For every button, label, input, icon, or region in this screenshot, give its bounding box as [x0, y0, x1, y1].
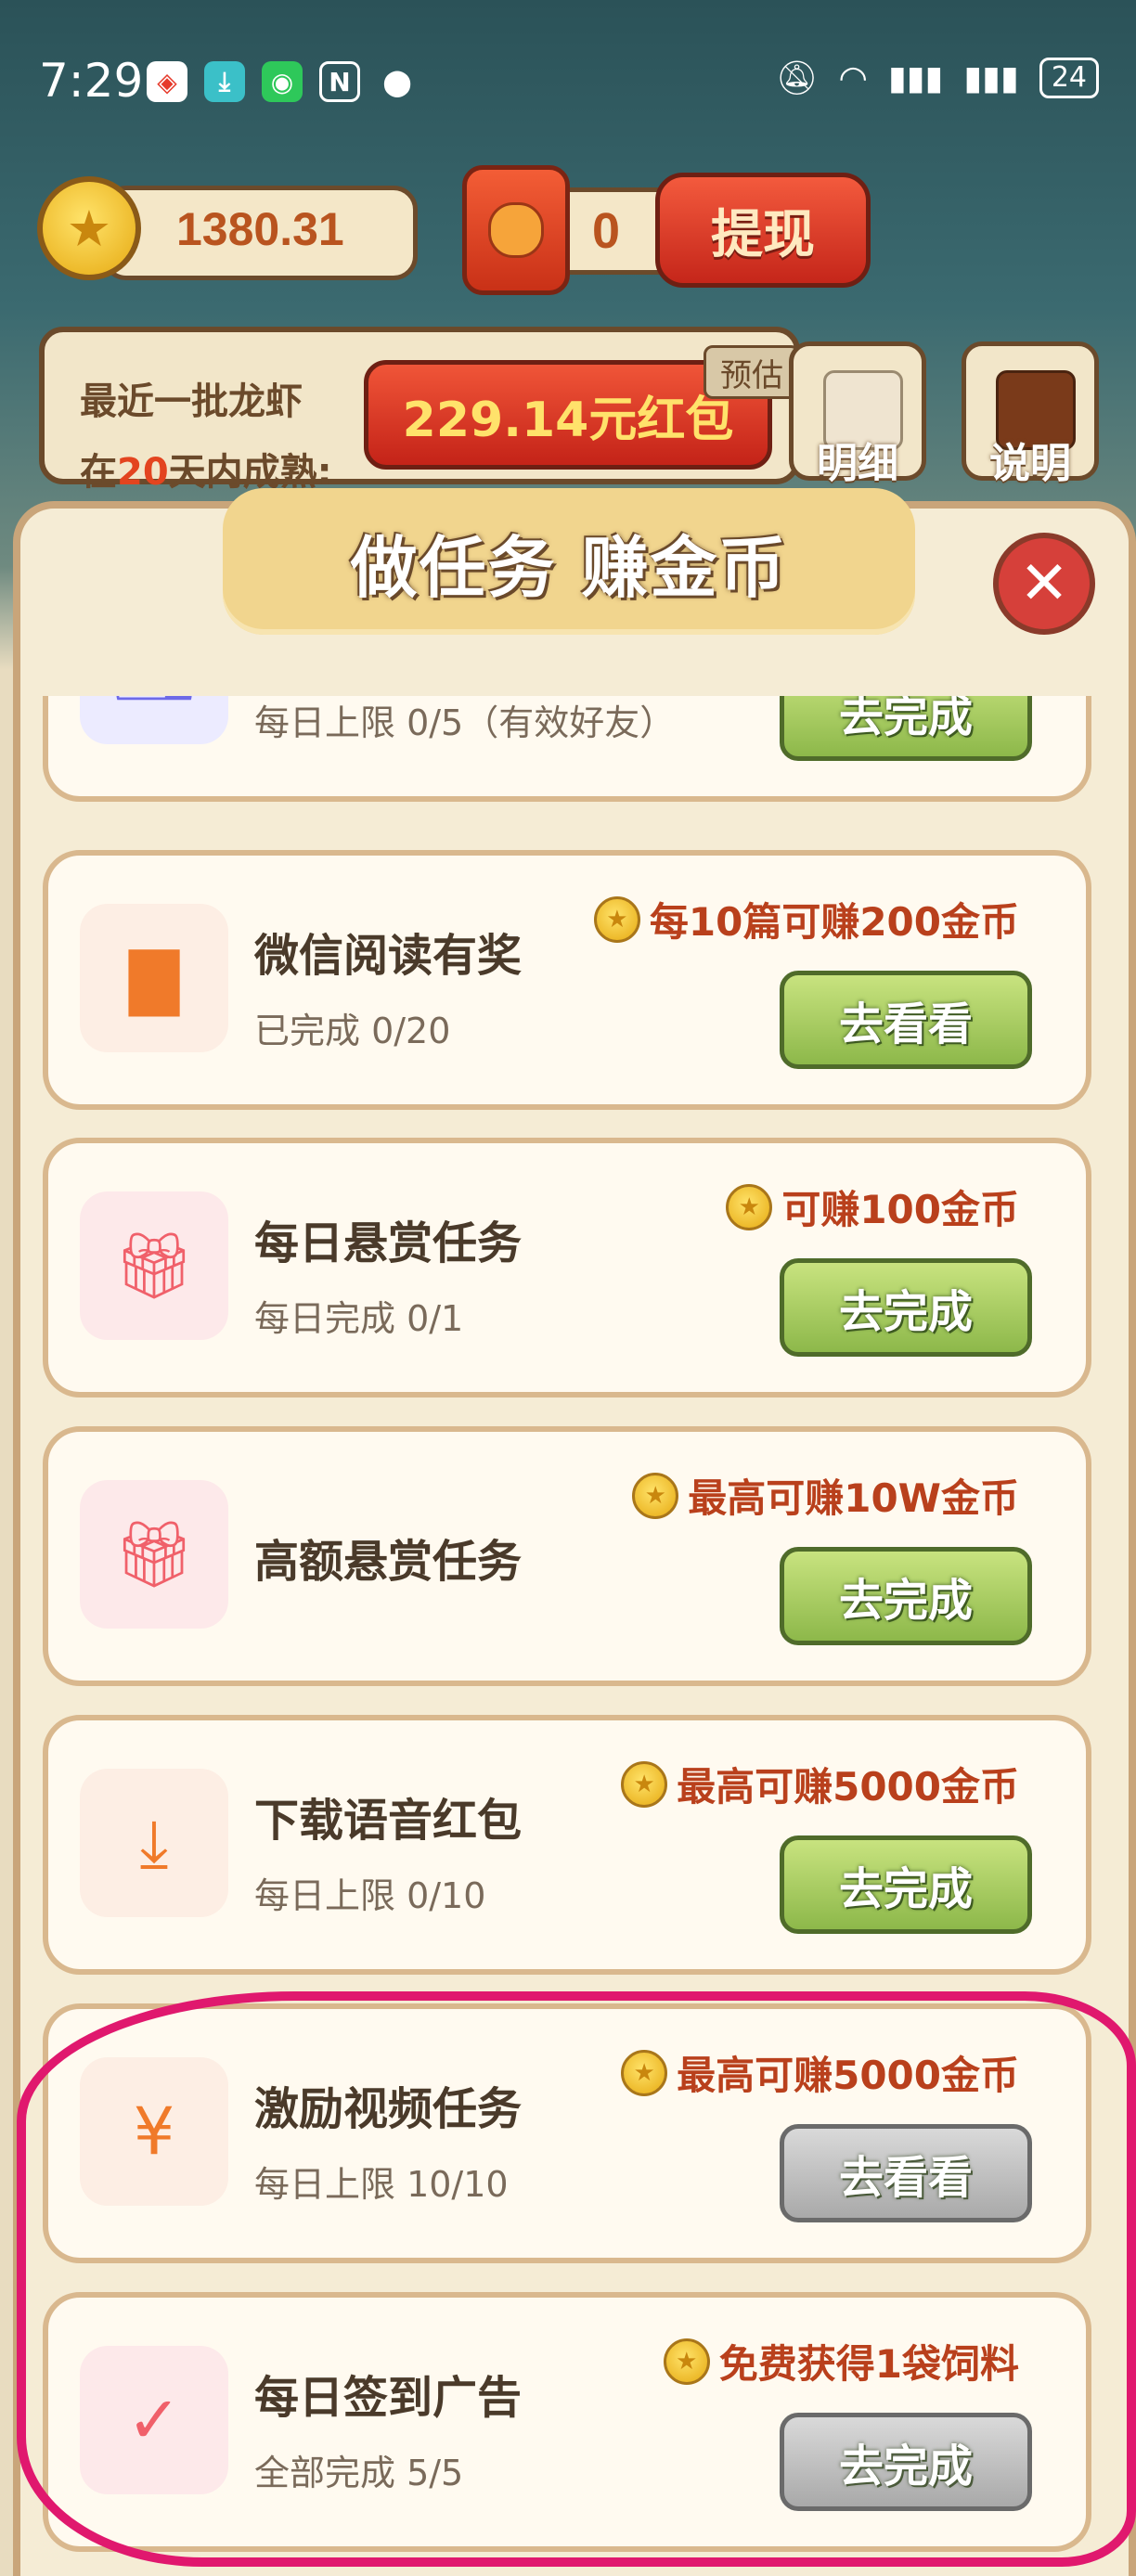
- app-notification-icon: ◈: [147, 61, 187, 102]
- wifi-icon: ◠: [838, 58, 868, 97]
- task-reward-text: 最高可赚5000金币: [677, 2053, 1019, 2098]
- harvest-days: 20: [117, 451, 169, 494]
- task-progress: 每日上限 0/5（有效好友）: [254, 702, 676, 743]
- coin-icon: ★: [632, 1472, 679, 1519]
- task-card: ▇ 微信阅读有奖已完成 0/20 ★ 每10篇可赚200金币去看看: [43, 850, 1091, 1110]
- task-card: 🎁︎ 每日悬赏任务每日完成 0/1 ★ 可赚100金币去完成: [43, 1138, 1091, 1397]
- task-reward: ★ 每10篇可赚200金币: [593, 891, 1019, 947]
- status-time: 7:29: [39, 54, 144, 108]
- harvest-banner: 最近一批龙虾 在20天内成熟: 229.14元红包 预估: [39, 327, 800, 494]
- task-reward: ★ 可赚100金币: [726, 1179, 1019, 1235]
- download-notification-icon: ⤓: [204, 61, 245, 102]
- book-icon: ▇: [80, 904, 228, 1052]
- task-card: ✓ 每日签到广告全部完成 5/5 ★ 免费获得1袋饲料去完成: [43, 2292, 1091, 2552]
- task-title: 每日悬赏任务: [254, 1217, 523, 1269]
- task-title: 微信阅读有奖: [254, 930, 523, 982]
- task-reward: ★ 最高可赚5000金币: [621, 2044, 1019, 2101]
- signal-icon: ▮▮▮: [887, 58, 944, 97]
- modal-title: 做任务 赚金币: [223, 488, 915, 635]
- friends-icon: 👥︎: [80, 696, 228, 744]
- download-icon: ⤓: [80, 1769, 228, 1917]
- redpacket-value: 0: [592, 203, 621, 259]
- help-label: 说明: [989, 440, 1071, 487]
- location-icon: ⬤: [382, 66, 412, 97]
- status-system-icons: 🔕︎ ◠ ▮▮▮ ▮▮▮ 24: [776, 58, 1099, 98]
- task-reward-text: 最高可赚5000金币: [677, 1764, 1019, 1810]
- help-button[interactable]: 说明: [962, 341, 1099, 487]
- task-reward-text: 每10篇可赚200金币: [649, 899, 1019, 945]
- task-progress: 每日完成 0/1: [254, 1298, 464, 1339]
- coin-icon: ★: [593, 895, 640, 943]
- status-bar: 7:29 ◈ ⤓ ◉ N ⬤ 🔕︎ ◠ ▮▮▮ ▮▮▮ 24: [0, 0, 1136, 167]
- coin-icon: ★: [621, 2049, 668, 2096]
- task-title: 激励视频任务: [254, 2083, 523, 2135]
- detail-button[interactable]: 明细: [789, 341, 926, 487]
- feed-bag-icon: ★: [663, 2338, 710, 2385]
- task-action-button[interactable]: 去看看: [780, 2124, 1032, 2222]
- task-card: ⤓ 下载语音红包每日上限 0/10 ★ 最高可赚5000金币去完成: [43, 1715, 1091, 1975]
- task-progress: 每日上限 10/10: [254, 2164, 509, 2205]
- task-card: 🎁︎ 高额悬赏任务 ★ 最高可赚10W金币去完成: [43, 1426, 1091, 1686]
- task-reward: ★ 最高可赚10W金币: [632, 1467, 1019, 1524]
- gift-icon: 🎁︎: [80, 1480, 228, 1629]
- yuan-icon: ¥: [80, 2057, 228, 2206]
- task-action-button[interactable]: 去完成: [780, 2413, 1032, 2511]
- task-progress: 已完成 0/20: [254, 1011, 451, 1051]
- coin-icon: ★: [621, 1760, 668, 1808]
- task-list[interactable]: 👥︎每日上限 0/5（有效好友）去完成▇微信阅读有奖已完成 0/20★每10篇可…: [13, 696, 1136, 2576]
- calendar-check-icon: ✓: [80, 2346, 228, 2494]
- task-action-button[interactable]: 去看看: [780, 971, 1032, 1069]
- status-app-icons: ◈ ⤓ ◉ N ⬤: [147, 61, 418, 102]
- red-envelope-icon: [462, 165, 570, 295]
- coin-icon: ★: [726, 1183, 773, 1230]
- task-progress: 全部完成 5/5: [254, 2453, 464, 2493]
- task-reward: ★ 最高可赚5000金币: [621, 1756, 1019, 1812]
- task-reward: ★ 免费获得1袋饲料: [663, 2333, 1019, 2389]
- harvest-title: 最近一批龙虾: [80, 380, 303, 423]
- coin-value: 1380.31: [176, 203, 344, 255]
- task-action-button[interactable]: 去完成: [780, 1258, 1032, 1357]
- coin-balance[interactable]: ★ 1380.31: [37, 176, 418, 280]
- task-title: 每日签到广告: [254, 2372, 523, 2424]
- coin-star-icon: ★: [37, 176, 141, 280]
- mute-icon: 🔕︎: [775, 59, 819, 97]
- task-action-button[interactable]: 去完成: [780, 696, 1032, 761]
- signal-icon: ▮▮▮: [963, 58, 1019, 97]
- gift-icon: 🎁︎: [80, 1191, 228, 1340]
- withdraw-button[interactable]: 提现: [655, 173, 871, 288]
- harvest-prefix: 在: [80, 451, 117, 494]
- wechat-notification-icon: ◉: [262, 61, 303, 102]
- task-title: 高额悬赏任务: [254, 1536, 523, 1588]
- task-action-button[interactable]: 去完成: [780, 1547, 1032, 1645]
- task-card: 👥︎ 每日上限 0/5（有效好友） 去完成: [43, 696, 1091, 802]
- task-reward-text: 免费获得1袋饲料: [718, 2341, 1019, 2387]
- estimate-badge: 预估: [704, 345, 800, 399]
- detail-label: 明细: [817, 440, 898, 487]
- task-title: 下载语音红包: [254, 1795, 523, 1847]
- task-card: ¥ 激励视频任务每日上限 10/10 ★ 最高可赚5000金币去看看: [43, 2003, 1091, 2263]
- task-progress: 每日上限 0/10: [254, 1875, 486, 1916]
- battery-indicator: 24: [1039, 58, 1099, 98]
- close-icon[interactable]: ✕: [993, 533, 1095, 635]
- task-reward-text: 可赚100金币: [781, 1187, 1019, 1232]
- nfc-icon: N: [319, 61, 360, 102]
- task-reward-text: 最高可赚10W金币: [688, 1475, 1019, 1521]
- task-action-button[interactable]: 去完成: [780, 1835, 1032, 1934]
- redpacket-balance: 0 提现: [462, 165, 871, 295]
